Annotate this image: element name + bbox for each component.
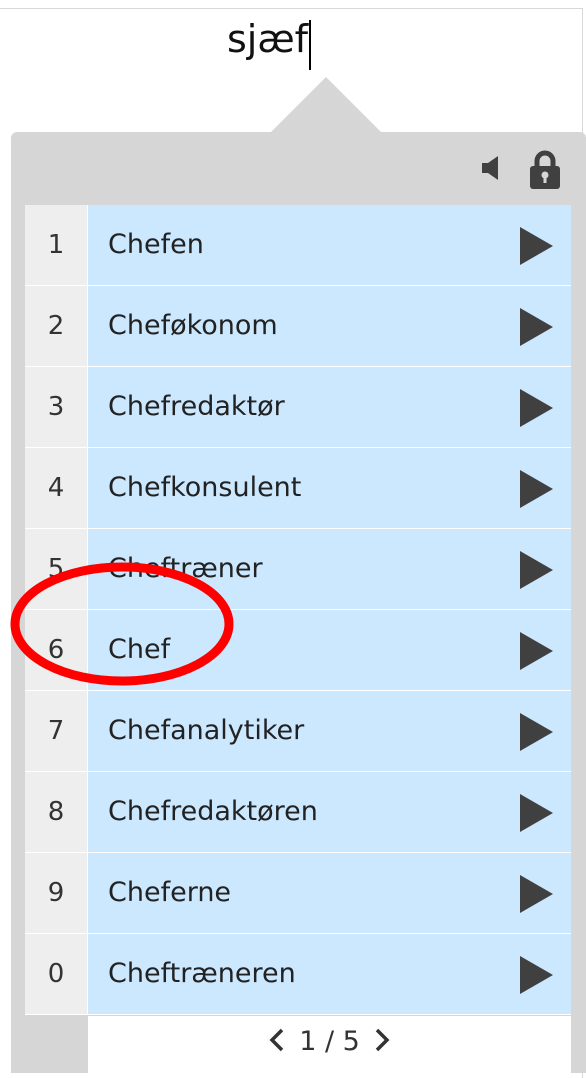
next-page-icon[interactable]	[374, 1027, 390, 1053]
candidate-item[interactable]: Cheferne	[88, 853, 571, 933]
candidate-label: Cheferne	[108, 877, 232, 908]
expand-arrow-icon[interactable]	[520, 713, 553, 751]
expand-arrow-icon[interactable]	[520, 470, 553, 508]
candidate-row[interactable]: 7 Chefanalytiker	[25, 691, 571, 772]
typed-text[interactable]: sjæf	[227, 14, 312, 70]
candidate-number: 5	[25, 529, 88, 609]
popup-pointer	[270, 77, 382, 133]
candidate-item[interactable]: Chefredaktøren	[88, 772, 571, 852]
candidate-label: Chefen	[108, 229, 204, 260]
candidate-label: Chefredaktør	[108, 391, 285, 422]
candidate-item[interactable]: Cheftræner	[88, 529, 571, 609]
candidate-label: Chefanalytiker	[108, 715, 305, 746]
speaker-icon[interactable]	[481, 155, 501, 181]
expand-arrow-icon[interactable]	[520, 956, 553, 994]
candidate-list: 1 Chefen 2 Cheføkonom 3 Chefredaktør 4 Chefkons…	[25, 205, 571, 1015]
candidate-number: 7	[25, 691, 88, 771]
expand-arrow-icon[interactable]	[520, 308, 553, 346]
candidate-item[interactable]: Chef	[88, 610, 571, 690]
candidate-item[interactable]: Cheføkonom	[88, 286, 571, 366]
typed-text-value: sjæf	[227, 17, 309, 61]
candidate-row[interactable]: 4 Chefkonsulent	[25, 448, 571, 529]
candidate-item[interactable]: Cheftræneren	[88, 934, 571, 1014]
text-caret	[309, 20, 312, 70]
candidate-row[interactable]: 2 Cheføkonom	[25, 286, 571, 367]
candidate-number: 4	[25, 448, 88, 528]
expand-arrow-icon[interactable]	[520, 794, 553, 832]
candidate-item[interactable]: Chefen	[88, 205, 571, 285]
candidate-label: Cheftræneren	[108, 958, 296, 989]
candidate-number: 1	[25, 205, 88, 285]
lock-icon[interactable]	[529, 150, 561, 190]
candidate-number: 0	[25, 934, 88, 1014]
candidate-row[interactable]: 1 Chefen	[25, 205, 571, 286]
candidate-label: Chefredaktøren	[108, 796, 318, 827]
candidate-label: Chefkonsulent	[108, 472, 302, 503]
candidate-row[interactable]: 6 Chef	[25, 610, 571, 691]
candidate-row[interactable]: 0 Cheftræneren	[25, 934, 571, 1015]
candidate-row[interactable]: 8 Chefredaktøren	[25, 772, 571, 853]
candidate-item[interactable]: Chefkonsulent	[88, 448, 571, 528]
expand-arrow-icon[interactable]	[520, 632, 553, 670]
pager: 1 / 5	[88, 1016, 571, 1073]
expand-arrow-icon[interactable]	[520, 875, 553, 913]
page-indicator: 1 / 5	[299, 1025, 360, 1057]
candidate-item[interactable]: Chefanalytiker	[88, 691, 571, 771]
expand-arrow-icon[interactable]	[520, 227, 553, 265]
candidate-number: 8	[25, 772, 88, 852]
previous-page-icon[interactable]	[269, 1027, 285, 1053]
candidate-row[interactable]: 5 Cheftræner	[25, 529, 571, 610]
candidate-number: 2	[25, 286, 88, 366]
candidate-number: 9	[25, 853, 88, 933]
candidate-row[interactable]: 3 Chefredaktør	[25, 367, 571, 448]
candidate-row[interactable]: 9 Cheferne	[25, 853, 571, 934]
candidate-item[interactable]: Chefredaktør	[88, 367, 571, 447]
candidate-number: 6	[25, 610, 88, 690]
candidate-label: Chef	[108, 634, 171, 665]
candidate-number: 3	[25, 367, 88, 447]
candidate-label: Cheftræner	[108, 553, 263, 584]
candidate-label: Cheføkonom	[108, 310, 278, 341]
expand-arrow-icon[interactable]	[520, 389, 553, 427]
expand-arrow-icon[interactable]	[520, 551, 553, 589]
